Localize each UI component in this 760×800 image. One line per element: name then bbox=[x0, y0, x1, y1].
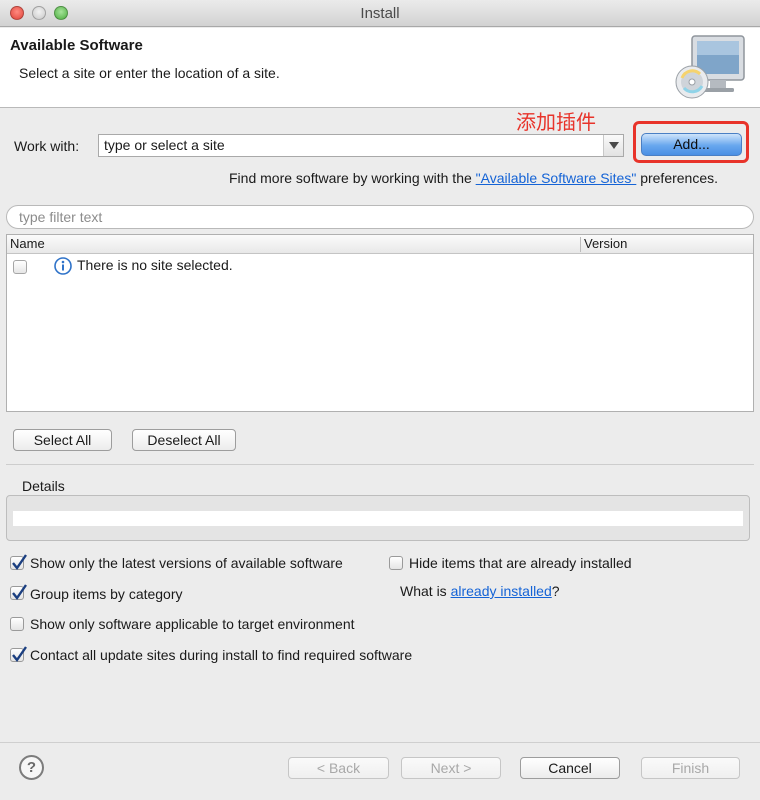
contact-update-sites-label: Contact all update sites during install … bbox=[30, 647, 413, 663]
checkmark-icon bbox=[12, 584, 27, 601]
available-software-sites-link[interactable]: "Available Software Sites" bbox=[476, 170, 637, 186]
work-with-label: Work with: bbox=[14, 138, 80, 154]
column-header-name[interactable]: Name bbox=[10, 236, 45, 251]
window-title: Install bbox=[360, 5, 400, 22]
annotation-label: 添加插件 bbox=[516, 110, 596, 134]
latest-versions-label: Show only the latest versions of availab… bbox=[30, 555, 343, 571]
find-more-suffix: preferences. bbox=[636, 170, 719, 186]
work-with-value: type or select a site bbox=[104, 137, 225, 153]
select-all-button[interactable]: Select All bbox=[13, 429, 112, 451]
software-table[interactable]: Name Version There is no site selected. bbox=[6, 234, 754, 412]
find-more-text: Find more software by working with the "… bbox=[229, 170, 718, 186]
details-content bbox=[13, 511, 743, 526]
install-computer-icon bbox=[672, 32, 748, 107]
table-row-message: There is no site selected. bbox=[77, 257, 233, 273]
combo-dropdown-button[interactable] bbox=[603, 135, 623, 156]
details-label: Details bbox=[22, 478, 65, 494]
footer-divider bbox=[0, 742, 760, 743]
latest-versions-checkbox[interactable] bbox=[10, 554, 27, 571]
target-environment-checkbox[interactable] bbox=[10, 617, 24, 631]
wizard-banner: Available Software Select a site or ente… bbox=[0, 28, 760, 108]
row-checkbox[interactable] bbox=[13, 260, 27, 274]
group-by-category-label: Group items by category bbox=[30, 586, 183, 602]
already-installed-suffix: ? bbox=[551, 583, 560, 599]
find-more-prefix: Find more software by working with the bbox=[229, 170, 476, 186]
finish-button[interactable]: Finish bbox=[641, 757, 740, 779]
work-with-combo[interactable]: type or select a site bbox=[98, 134, 624, 157]
already-installed-query: What is already installed? bbox=[400, 583, 560, 599]
page-subtitle: Select a site or enter the location of a… bbox=[19, 65, 280, 81]
page-title: Available Software bbox=[10, 37, 143, 54]
hide-installed-checkbox[interactable] bbox=[389, 556, 403, 570]
column-divider[interactable] bbox=[580, 237, 581, 252]
table-header: Name Version bbox=[7, 235, 753, 254]
already-installed-prefix: What is bbox=[400, 583, 451, 599]
add-site-button[interactable]: Add... bbox=[641, 133, 742, 156]
help-icon[interactable]: ? bbox=[19, 755, 44, 780]
filter-placeholder: type filter text bbox=[19, 209, 103, 225]
info-icon bbox=[54, 257, 72, 278]
checkmark-icon bbox=[12, 554, 27, 571]
contact-update-sites-checkbox[interactable] bbox=[10, 646, 27, 663]
chevron-down-icon bbox=[609, 142, 619, 149]
checkmark-icon bbox=[12, 646, 27, 663]
target-environment-label: Show only software applicable to target … bbox=[30, 616, 355, 632]
already-installed-link[interactable]: already installed bbox=[451, 583, 552, 599]
details-panel bbox=[6, 495, 750, 541]
window-titlebar: Install bbox=[0, 0, 760, 27]
cancel-button[interactable]: Cancel bbox=[520, 757, 620, 779]
group-by-category-checkbox[interactable] bbox=[10, 584, 27, 601]
next-button[interactable]: Next > bbox=[401, 757, 501, 779]
back-button[interactable]: < Back bbox=[288, 757, 389, 779]
divider bbox=[6, 464, 754, 465]
hide-installed-label: Hide items that are already installed bbox=[409, 555, 632, 571]
column-header-version[interactable]: Version bbox=[584, 236, 627, 251]
deselect-all-button[interactable]: Deselect All bbox=[132, 429, 236, 451]
filter-input[interactable]: type filter text bbox=[6, 205, 754, 229]
